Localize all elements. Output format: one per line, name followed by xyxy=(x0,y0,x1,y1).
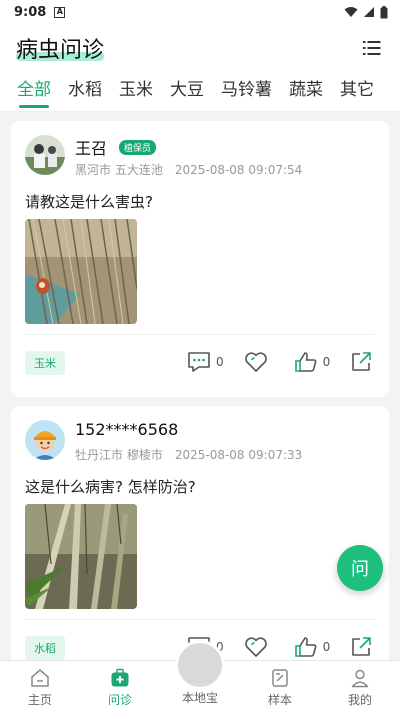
status-time: 9:08 xyxy=(14,4,47,20)
post-date: 2025-08-08 09:07:54 xyxy=(174,163,303,177)
role-badge: 植保员 xyxy=(119,140,157,155)
tab-potato[interactable]: 马铃薯 xyxy=(221,72,272,111)
post-question[interactable]: 请教这是什么害虫? xyxy=(25,191,153,212)
nav-diagnosis-label: 问诊 xyxy=(107,693,132,707)
category-tabs: 全部 水稻 玉米 大豆 马铃薯 蔬菜 其它 xyxy=(0,72,400,112)
post-photo[interactable] xyxy=(25,504,137,609)
status-bar: 9:08 A xyxy=(0,0,400,24)
user-icon xyxy=(351,669,369,688)
favorite-button[interactable] xyxy=(244,351,268,373)
favorite-button[interactable] xyxy=(244,636,268,658)
home-icon xyxy=(31,669,49,687)
nav-profile[interactable]: 我的 xyxy=(320,661,400,712)
comment-icon xyxy=(188,352,210,372)
signal-icon xyxy=(364,7,374,17)
tab-all[interactable]: 全部 xyxy=(17,72,51,111)
crop-tag[interactable]: 玉米 xyxy=(25,351,65,375)
local-center-button[interactable] xyxy=(175,640,225,690)
app-header: 病虫问诊 xyxy=(0,24,400,72)
share-icon xyxy=(352,352,372,371)
avatar[interactable] xyxy=(25,420,65,460)
avatar[interactable] xyxy=(25,135,65,175)
post-card[interactable]: 王召 植保员 黑河市 五大连池 2025-08-08 09:07:54 请教这是什… xyxy=(11,121,389,397)
like-count: 0 xyxy=(322,640,331,654)
post-photo[interactable] xyxy=(25,219,137,324)
post-actions: 0 0 xyxy=(187,349,372,375)
nav-samples-label: 样本 xyxy=(267,693,292,707)
tab-corn[interactable]: 玉米 xyxy=(119,72,153,111)
nav-home[interactable]: 主页 xyxy=(0,661,80,712)
user-name[interactable]: 152****6568 xyxy=(75,420,178,439)
divider xyxy=(25,334,375,335)
thumbs-up-icon xyxy=(294,637,317,657)
heart-icon xyxy=(244,637,267,657)
thumbs-up-icon xyxy=(294,352,317,372)
sample-doc-icon xyxy=(272,669,288,687)
tab-rice[interactable]: 水稻 xyxy=(68,72,102,111)
like-count: 0 xyxy=(322,355,331,369)
post-question[interactable]: 这是什么病害? 怎样防治? xyxy=(25,476,196,497)
notification-a-icon: A xyxy=(54,6,66,18)
nav-samples[interactable]: 样本 xyxy=(240,661,320,712)
post-date: 2025-08-08 09:07:33 xyxy=(174,448,303,462)
ask-question-button[interactable]: 问 xyxy=(337,545,383,591)
heart-icon xyxy=(244,352,267,372)
medical-kit-icon xyxy=(111,668,129,687)
nav-profile-label: 我的 xyxy=(347,693,372,707)
tab-vegetables[interactable]: 蔬菜 xyxy=(289,72,323,111)
post-location: 黑河市 五大连池 xyxy=(75,163,163,177)
nav-local-label: 本地宝 xyxy=(181,691,218,705)
list-menu-button[interactable] xyxy=(360,36,384,60)
tab-other[interactable]: 其它 xyxy=(340,72,374,111)
share-button[interactable] xyxy=(350,636,372,658)
post-card[interactable]: 152****6568 牡丹江市 穆棱市 2025-08-08 09:07:33 … xyxy=(11,406,389,666)
divider xyxy=(25,619,375,620)
battery-icon xyxy=(380,5,388,18)
nav-diagnosis[interactable]: 问诊 xyxy=(80,661,160,712)
post-meta: 黑河市 五大连池 2025-08-08 09:07:54 xyxy=(75,161,302,178)
page-title: 病虫问诊 xyxy=(16,38,105,63)
list-menu-icon xyxy=(363,41,381,55)
like-button[interactable]: 0 xyxy=(294,351,331,373)
like-button[interactable]: 0 xyxy=(294,636,331,658)
share-icon xyxy=(352,637,372,656)
wifi-icon xyxy=(344,7,358,17)
post-location: 牡丹江市 穆棱市 xyxy=(75,448,163,462)
comment-count: 0 xyxy=(216,355,224,369)
nav-home-label: 主页 xyxy=(27,693,52,707)
crop-tag[interactable]: 水稻 xyxy=(25,636,65,660)
comment-button[interactable]: 0 xyxy=(187,351,224,373)
post-meta: 牡丹江市 穆棱市 2025-08-08 09:07:33 xyxy=(75,446,302,463)
tab-soybean[interactable]: 大豆 xyxy=(170,72,204,111)
user-name[interactable]: 王召 xyxy=(75,135,107,159)
share-button[interactable] xyxy=(350,351,372,373)
page-title-wrap: 病虫问诊 xyxy=(16,32,105,64)
